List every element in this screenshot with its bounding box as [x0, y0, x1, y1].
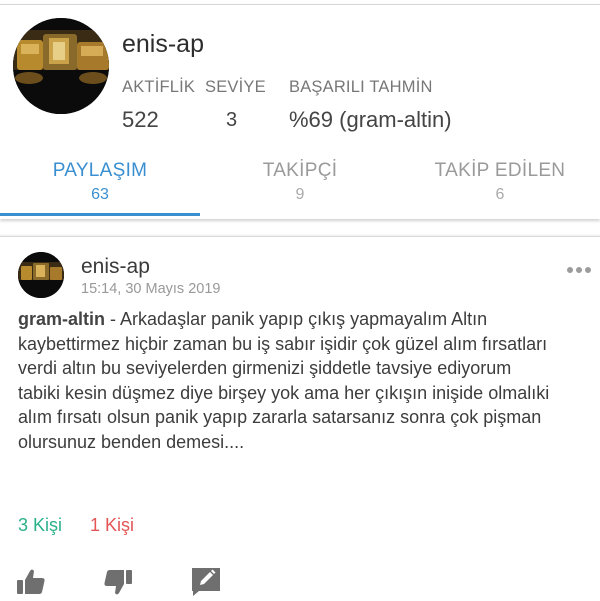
thumbs-down-icon[interactable] — [103, 568, 133, 596]
post-separator: - — [105, 309, 121, 329]
profile-page: enis-ap AKTİFLİK SEVİYE BAŞARILI TAHMİN … — [0, 0, 600, 601]
post-username[interactable]: enis-ap — [81, 255, 150, 279]
tab-following-count: 6 — [495, 186, 505, 203]
stat-value-activity: 522 — [122, 107, 159, 132]
stat-label-success: BAŞARILI TAHMİN — [289, 78, 433, 96]
stat-label-level: SEVİYE — [205, 78, 266, 96]
avatar[interactable] — [13, 18, 109, 114]
tab-followers-label: TAKİPÇİ — [262, 160, 338, 181]
more-dots-icon[interactable] — [566, 262, 592, 273]
edit-comment-icon[interactable] — [191, 567, 221, 597]
tab-followers-count: 9 — [295, 186, 305, 203]
thumbs-up-icon[interactable] — [16, 568, 46, 596]
stat-value-level: 3 — [226, 109, 238, 131]
post-text: Arkadaşlar panik yapıp çıkış yapmayalım … — [18, 309, 550, 452]
gold-bars-image — [18, 252, 64, 298]
tab-following-label: TAKİP EDİLEN — [434, 160, 566, 181]
tab-posts-count: 63 — [91, 186, 109, 203]
post-timestamp: 15:14, 30 Mayıs 2019 — [81, 281, 221, 297]
stat-label-activity: AKTİFLİK — [122, 78, 196, 96]
tab-followers[interactable]: TAKİPÇİ 9 — [200, 160, 400, 204]
stat-value-success: %69 (gram-altin) — [289, 107, 452, 132]
tab-posts-label: PAYLAŞIM — [52, 160, 148, 181]
profile-username: enis-ap — [122, 30, 204, 58]
gold-bars-image — [13, 18, 109, 114]
active-tab-indicator — [0, 213, 200, 216]
agree-count[interactable]: 3 Kişi — [18, 515, 62, 536]
tab-following[interactable]: TAKİP EDİLEN 6 — [400, 160, 600, 204]
post-avatar[interactable] — [18, 252, 64, 298]
post-topic-link[interactable]: gram-altin — [18, 309, 105, 329]
post-body: gram-altin - Arkadaşlar panik yapıp çıkı… — [18, 307, 558, 454]
tab-posts[interactable]: PAYLAŞIM 63 — [0, 160, 200, 204]
disagree-count[interactable]: 1 Kişi — [90, 515, 134, 536]
